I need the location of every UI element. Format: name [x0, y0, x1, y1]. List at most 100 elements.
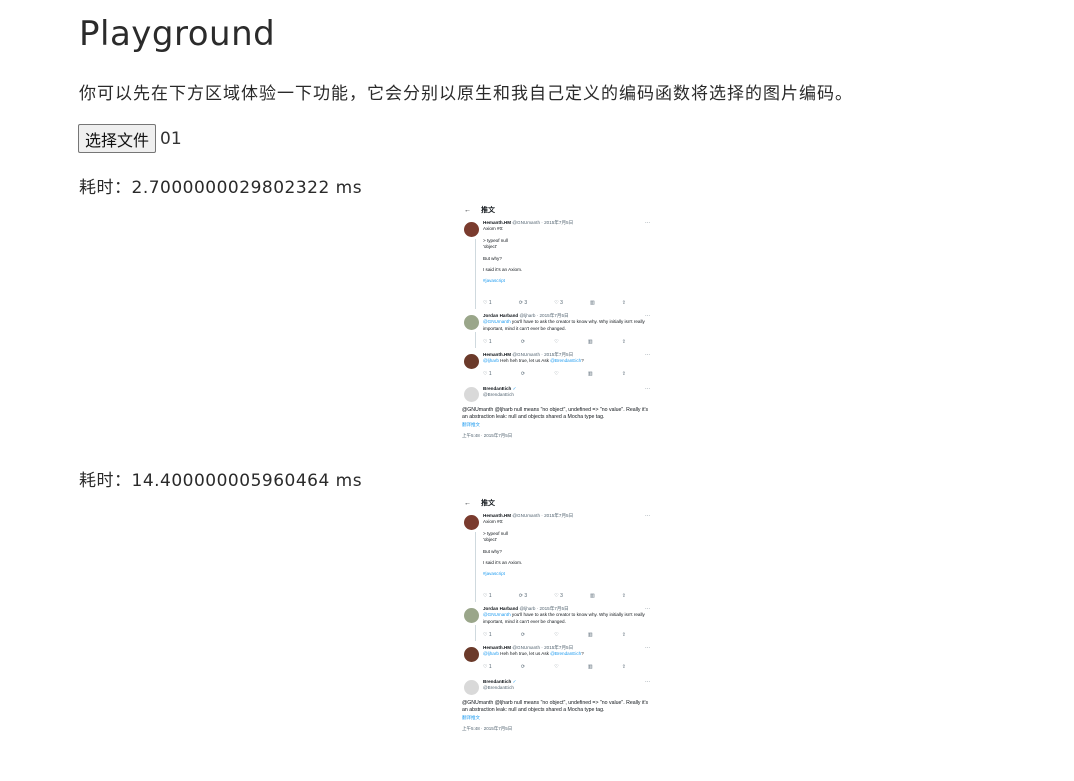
tweet-text: Heh heh true, let us Ask: [498, 651, 551, 657]
tweet-meta: @ljharb · 2015年7月5日: [519, 313, 569, 318]
tweet-actions: ♡ 1 ⟳ ♡ ▥ ⇪: [483, 339, 626, 345]
tweet-body: BrendanEich ✓ @BrendanEich: [483, 386, 648, 399]
tweet-author: Hemanth.HM: [483, 513, 512, 518]
avatar: [464, 315, 479, 330]
tweet-handle: @BrendanEich: [483, 392, 514, 398]
native-encoded-image: ← 推文 ··· Hemanth.HM @GNUmanth · 2015年7月5日…: [458, 200, 656, 446]
thread-line: [475, 532, 476, 602]
mention-link: @BrendanEich: [550, 651, 582, 657]
hashtag-link: #javascript: [483, 278, 505, 284]
reply-count: ♡ 1: [483, 300, 492, 306]
tweet-body: Jordan Harband @ljharb · 2015年7月5日 @GNUm…: [483, 313, 648, 332]
main-tweet-text: @GNUmanth @ljharb null means "no object"…: [462, 407, 652, 421]
tweet-body: Hemanth.HM @GNUmanth · 2015年7月5日 @ljharb…: [483, 352, 648, 365]
tweet-4: ··· BrendanEich ✓ @BrendanEich: [462, 386, 652, 406]
like-icon: ♡: [554, 632, 559, 638]
verified-icon: ✓: [512, 386, 517, 391]
tweet-text: ?: [581, 358, 584, 364]
retweet-icon: ⟳: [520, 632, 526, 638]
share-icon: ⇪: [621, 339, 626, 345]
tweet-author: BrendanEich: [483, 679, 512, 684]
choose-file-button[interactable]: 选择文件: [78, 124, 157, 153]
back-arrow-icon: ←: [464, 207, 471, 214]
tweet-body: Jordan Harband @ljharb · 2015年7月5日 @GNUm…: [483, 606, 648, 625]
reply-count: ♡ 1: [483, 371, 492, 377]
tweet-body: Hemanth.HM @GNUmanth · 2015年7月5日 Axiom #…: [483, 220, 648, 285]
share-icon: ⇪: [621, 664, 626, 670]
reply-count: ♡ 1: [483, 664, 492, 670]
like-count: ♡ 3: [554, 300, 563, 306]
tweet-meta: @GNUmanth · 2015年7月5日: [512, 513, 574, 518]
tweet-author: Jordan Harband: [483, 606, 519, 611]
stats-icon: ▥: [589, 300, 595, 306]
tweet-code-line: 'object': [483, 244, 498, 250]
thread-line: [475, 332, 476, 348]
custom-encoded-image: ← 推文 ··· Hemanth.HM @GNUmanth · 2015年7月5日…: [458, 493, 656, 739]
mention-link: @GNUmanth @ljharb: [462, 407, 513, 413]
tweet-text: I said it's an Axiom.: [483, 560, 523, 566]
reply-count: ♡ 1: [483, 593, 492, 599]
tweet-timestamp: 上午5:48 · 2015年7月5日: [462, 726, 513, 731]
tweet-meta: @GNUmanth · 2015年7月5日: [512, 352, 574, 357]
reply-count: ♡ 1: [483, 632, 492, 638]
retweet-icon: ⟳: [520, 664, 526, 670]
stats-icon: ▥: [587, 664, 593, 670]
tweet-header-title: 推文: [481, 500, 495, 507]
tweet-header-title: 推文: [481, 207, 495, 214]
stats-icon: ▥: [587, 632, 593, 638]
tweet-author: Hemanth.HM: [483, 352, 512, 357]
avatar: [464, 608, 479, 623]
tweet-text: I said it's an Axiom.: [483, 267, 523, 273]
share-icon: ⇪: [621, 632, 626, 638]
stats-icon: ▥: [589, 593, 595, 599]
tweet-author: BrendanEich: [483, 386, 512, 391]
tweet-text: Heh heh true, let us Ask: [498, 358, 551, 364]
tweet-author: Jordan Harband: [483, 313, 519, 318]
thread-line: [475, 625, 476, 641]
tweet-text: ?: [581, 651, 584, 657]
tweet-2: ··· Jordan Harband @ljharb · 2015年7月5日 @…: [462, 313, 652, 348]
stats-icon: ▥: [587, 339, 593, 345]
tweet-meta: @GNUmanth · 2015年7月5日: [512, 645, 574, 650]
like-icon: ♡: [554, 664, 559, 670]
tweet-text: Axiom #0:: [483, 226, 504, 232]
tweet-text: But why?: [483, 255, 502, 261]
hashtag-link: #javascript: [483, 571, 505, 577]
translate-link: 翻译推文: [462, 422, 480, 427]
file-name: 01: [160, 128, 182, 149]
custom-encode-time: 耗时：14.400000005960464 ms: [79, 471, 363, 491]
mention-link: @GNUmanth: [483, 612, 511, 618]
like-icon: ♡: [554, 371, 559, 377]
native-encode-time: 耗时：2.7000000029802322 ms: [79, 178, 363, 198]
tweet-text: Axiom #0:: [483, 519, 504, 525]
tweet-author: Hemanth.HM: [483, 645, 512, 650]
like-count: ♡ 3: [554, 593, 563, 599]
avatar: [464, 387, 479, 402]
tweet-timestamp: 上午5:48 · 2015年7月5日: [462, 433, 513, 438]
tweet-meta: @GNUmanth · 2015年7月5日: [512, 220, 574, 225]
mention-link: @BrendanEich: [550, 358, 582, 364]
tweet-meta: @ljharb · 2015年7月5日: [519, 606, 569, 611]
avatar: [464, 680, 479, 695]
stats-icon: ▥: [587, 371, 593, 377]
tweet-code-line: 'object': [483, 537, 498, 543]
like-icon: ♡: [554, 339, 559, 345]
tweet-header: ← 推文: [464, 498, 495, 508]
tweet-actions: ♡ 1 ⟳ ♡ ▥ ⇪: [483, 664, 626, 670]
intro-text: 你可以先在下方区域体验一下功能，它会分别以原生和我自己定义的编码函数将选择的图片…: [79, 84, 853, 104]
verified-icon: ✓: [512, 679, 517, 684]
tweet-4: ··· BrendanEich ✓ @BrendanEich: [462, 679, 652, 699]
tweet-1: ··· Hemanth.HM @GNUmanth · 2015年7月5日 Axi…: [462, 220, 652, 310]
reply-count: ♡ 1: [483, 339, 492, 345]
thread-line: [475, 239, 476, 309]
avatar: [464, 354, 479, 369]
share-icon: ⇪: [621, 593, 626, 599]
tweet-handle: @BrendanEich: [483, 685, 514, 691]
mention-link: @GNUmanth @ljharb: [462, 700, 513, 706]
tweet-3: ··· Hemanth.HM @GNUmanth · 2015年7月5日 @lj…: [462, 352, 652, 380]
tweet-actions: ♡ 1 ⟳ ♡ ▥ ⇪: [483, 632, 626, 638]
tweet-header: ← 推文: [464, 205, 495, 215]
file-picker: 选择文件 01: [78, 124, 182, 153]
mention-link: @GNUmanth: [483, 319, 511, 325]
retweet-count: ⟳ 3: [518, 593, 528, 599]
